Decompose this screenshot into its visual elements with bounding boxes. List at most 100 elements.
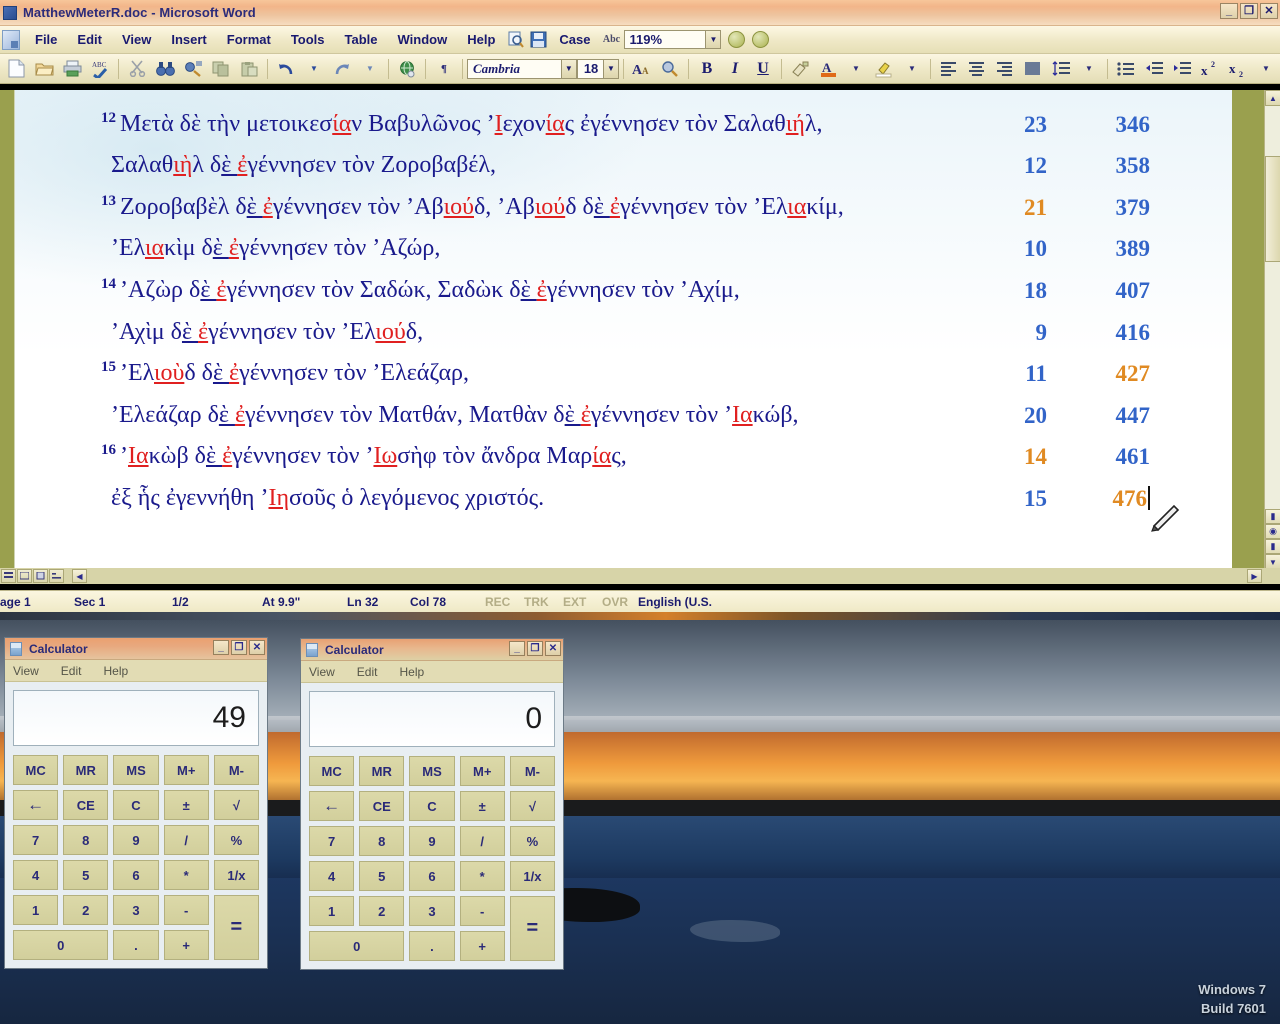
calculator-key-7[interactable]: 7 (309, 826, 355, 856)
previous-page-button[interactable]: ▮ (1265, 509, 1280, 524)
scroll-thumb[interactable] (1265, 156, 1280, 262)
menu-table[interactable]: Table (335, 29, 388, 50)
calculator-key-minus[interactable]: - (163, 895, 209, 925)
find-binoculars-icon[interactable] (151, 56, 179, 82)
outline-view-button[interactable] (49, 569, 64, 583)
document-line[interactable]: 15 ’Ελιοὺδ δὲ ἐγέννησεν τὸν ’Ελεάζαρ, 11 42… (15, 350, 1232, 392)
calculator-key-C[interactable]: C (409, 791, 455, 821)
paragraph-marks-icon[interactable]: ¶ (430, 56, 458, 82)
print-icon[interactable] (58, 56, 86, 82)
copy-icon[interactable] (207, 56, 235, 82)
font-color-dropdown-icon[interactable]: ▼ (842, 56, 870, 82)
scroll-left-button[interactable]: ◀ (72, 569, 87, 583)
spelling-check-icon[interactable]: ABC (86, 56, 114, 82)
spell-abc-icon[interactable]: Abc (600, 29, 622, 51)
bold-button[interactable]: B (693, 56, 721, 82)
align-center-icon[interactable] (963, 56, 991, 82)
calculator-key-sign[interactable]: ± (459, 791, 505, 821)
calculator-key-equals[interactable]: = (509, 896, 555, 961)
highlight-find-icon[interactable] (656, 56, 684, 82)
print-preview-icon[interactable] (505, 29, 527, 51)
calculator-key-MR[interactable]: MR (63, 755, 109, 785)
highlight-color-dropdown-icon[interactable]: ▼ (898, 56, 926, 82)
calculator-key-1dividex[interactable]: 1/x (509, 861, 555, 891)
calculator-key-7[interactable]: 7 (13, 825, 59, 855)
menu-insert[interactable]: Insert (161, 29, 216, 50)
replace-icon[interactable] (179, 56, 207, 82)
format-painter-icon[interactable] (786, 56, 814, 82)
calculator-key-3[interactable]: 3 (113, 895, 159, 925)
calculator-key-multiply[interactable]: * (163, 860, 209, 890)
status-rec[interactable]: REC (485, 595, 524, 609)
menu-case[interactable]: Case (549, 29, 600, 50)
align-right-icon[interactable] (991, 56, 1019, 82)
calculator-key-8[interactable]: 8 (359, 826, 405, 856)
menu-view[interactable]: View (112, 29, 161, 50)
document-line[interactable]: 16 ’Ιακὼβ δὲ ἐγέννησεν τὸν ’Ιωσὴφ τὸν ἄνδ… (15, 433, 1232, 475)
calculator-key-sqrt[interactable]: √ (509, 791, 555, 821)
highlight-color-icon[interactable] (870, 56, 898, 82)
status-trk[interactable]: TRK (524, 595, 563, 609)
font-name-dropdown-icon[interactable]: ▼ (561, 58, 577, 79)
calculator-key-percent[interactable]: % (213, 825, 259, 855)
calculator-key-Mplus[interactable]: M+ (459, 756, 505, 786)
status-ovr[interactable]: OVR (602, 595, 638, 609)
calculator-key-minus[interactable]: - (459, 896, 505, 926)
zoom-input[interactable]: 119% (624, 30, 707, 49)
calculator-menu-edit[interactable]: Edit (357, 665, 378, 679)
document-line[interactable]: 13 Ζοροβαβὲλ δὲ ἐγέννησεν τὸν ’Αβιούδ, ’Α… (15, 183, 1232, 225)
help-back-button[interactable] (728, 31, 746, 48)
calculator-key-2[interactable]: 2 (63, 895, 109, 925)
calculator-key-1[interactable]: 1 (13, 895, 59, 925)
line-spacing-dropdown-icon[interactable]: ▼ (1075, 56, 1103, 82)
hyperlink-globe-icon[interactable] (393, 56, 421, 82)
calculator-key-backspace[interactable]: ← (309, 791, 355, 821)
menu-help[interactable]: Help (457, 29, 505, 50)
bullet-list-icon[interactable] (1112, 56, 1140, 82)
menu-format[interactable]: Format (217, 29, 281, 50)
font-color-icon[interactable]: A (814, 56, 842, 82)
line-spacing-icon[interactable] (1047, 56, 1075, 82)
normal-view-button[interactable] (1, 569, 16, 583)
status-language[interactable]: English (U.S. (638, 595, 712, 609)
calculator-key-6[interactable]: 6 (409, 861, 455, 891)
calculator-key-multiply[interactable]: * (459, 861, 505, 891)
calculator-key-1dividex[interactable]: 1/x (213, 860, 259, 890)
vertical-scrollbar[interactable]: ▲ ▮ ◉ ▮ ▼ (1264, 90, 1280, 570)
menu-window[interactable]: Window (388, 29, 458, 50)
undo-icon[interactable] (272, 56, 300, 82)
calculator-key-CE[interactable]: CE (63, 790, 109, 820)
calculator-key-divide[interactable]: / (163, 825, 209, 855)
cut-scissors-icon[interactable] (123, 56, 151, 82)
menu-tools[interactable]: Tools (281, 29, 335, 50)
scroll-up-button[interactable]: ▲ (1265, 90, 1280, 106)
calculator-key-divide[interactable]: / (459, 826, 505, 856)
calculator-key-MS[interactable]: MS (409, 756, 455, 786)
status-ext[interactable]: EXT (563, 595, 602, 609)
superscript-icon[interactable]: x2 (1196, 56, 1224, 82)
minimize-button[interactable]: _ (1220, 3, 1238, 19)
calculator-menu-help[interactable]: Help (399, 665, 424, 679)
underline-button[interactable]: U (749, 56, 777, 82)
calculator-key-percent[interactable]: % (509, 826, 555, 856)
web-layout-view-button[interactable] (17, 569, 32, 583)
calculator-key-MC[interactable]: MC (309, 756, 355, 786)
font-size-input[interactable]: 18 (576, 58, 604, 79)
document-line[interactable]: ἐξ ἧς ἐγεννήθη ’Ιησοῦς ὁ λεγόμενος χριστ… (15, 474, 1232, 516)
italic-button[interactable]: I (721, 56, 749, 82)
calculator-key-Mminus[interactable]: M- (213, 755, 259, 785)
calculator-key-plus[interactable]: + (459, 931, 505, 961)
calculator-key-decimal[interactable]: . (409, 931, 455, 961)
calculator-key-Mplus[interactable]: M+ (163, 755, 209, 785)
close-button[interactable]: ✕ (545, 641, 561, 656)
select-browse-object-button[interactable]: ◉ (1265, 524, 1280, 539)
zoom-dropdown-arrow-icon[interactable]: ▼ (706, 30, 722, 49)
calculator-key-0[interactable]: 0 (13, 930, 109, 960)
calculator-key-MC[interactable]: MC (13, 755, 59, 785)
document-line[interactable]: ’Αχὶμ δὲ ἐγέννησεν τὸν ’Ελιούδ, 9 416 (15, 308, 1232, 350)
document-page[interactable]: 12 Μετὰ δὲ τὴν μετοικεσίαν Βαβυλῶνος ’Ιεχ… (14, 90, 1232, 570)
calculator-key-5[interactable]: 5 (63, 860, 109, 890)
undo-dropdown-icon[interactable]: ▼ (300, 56, 328, 82)
calculator-menu-view[interactable]: View (13, 664, 39, 678)
decrease-indent-icon[interactable] (1140, 56, 1168, 82)
